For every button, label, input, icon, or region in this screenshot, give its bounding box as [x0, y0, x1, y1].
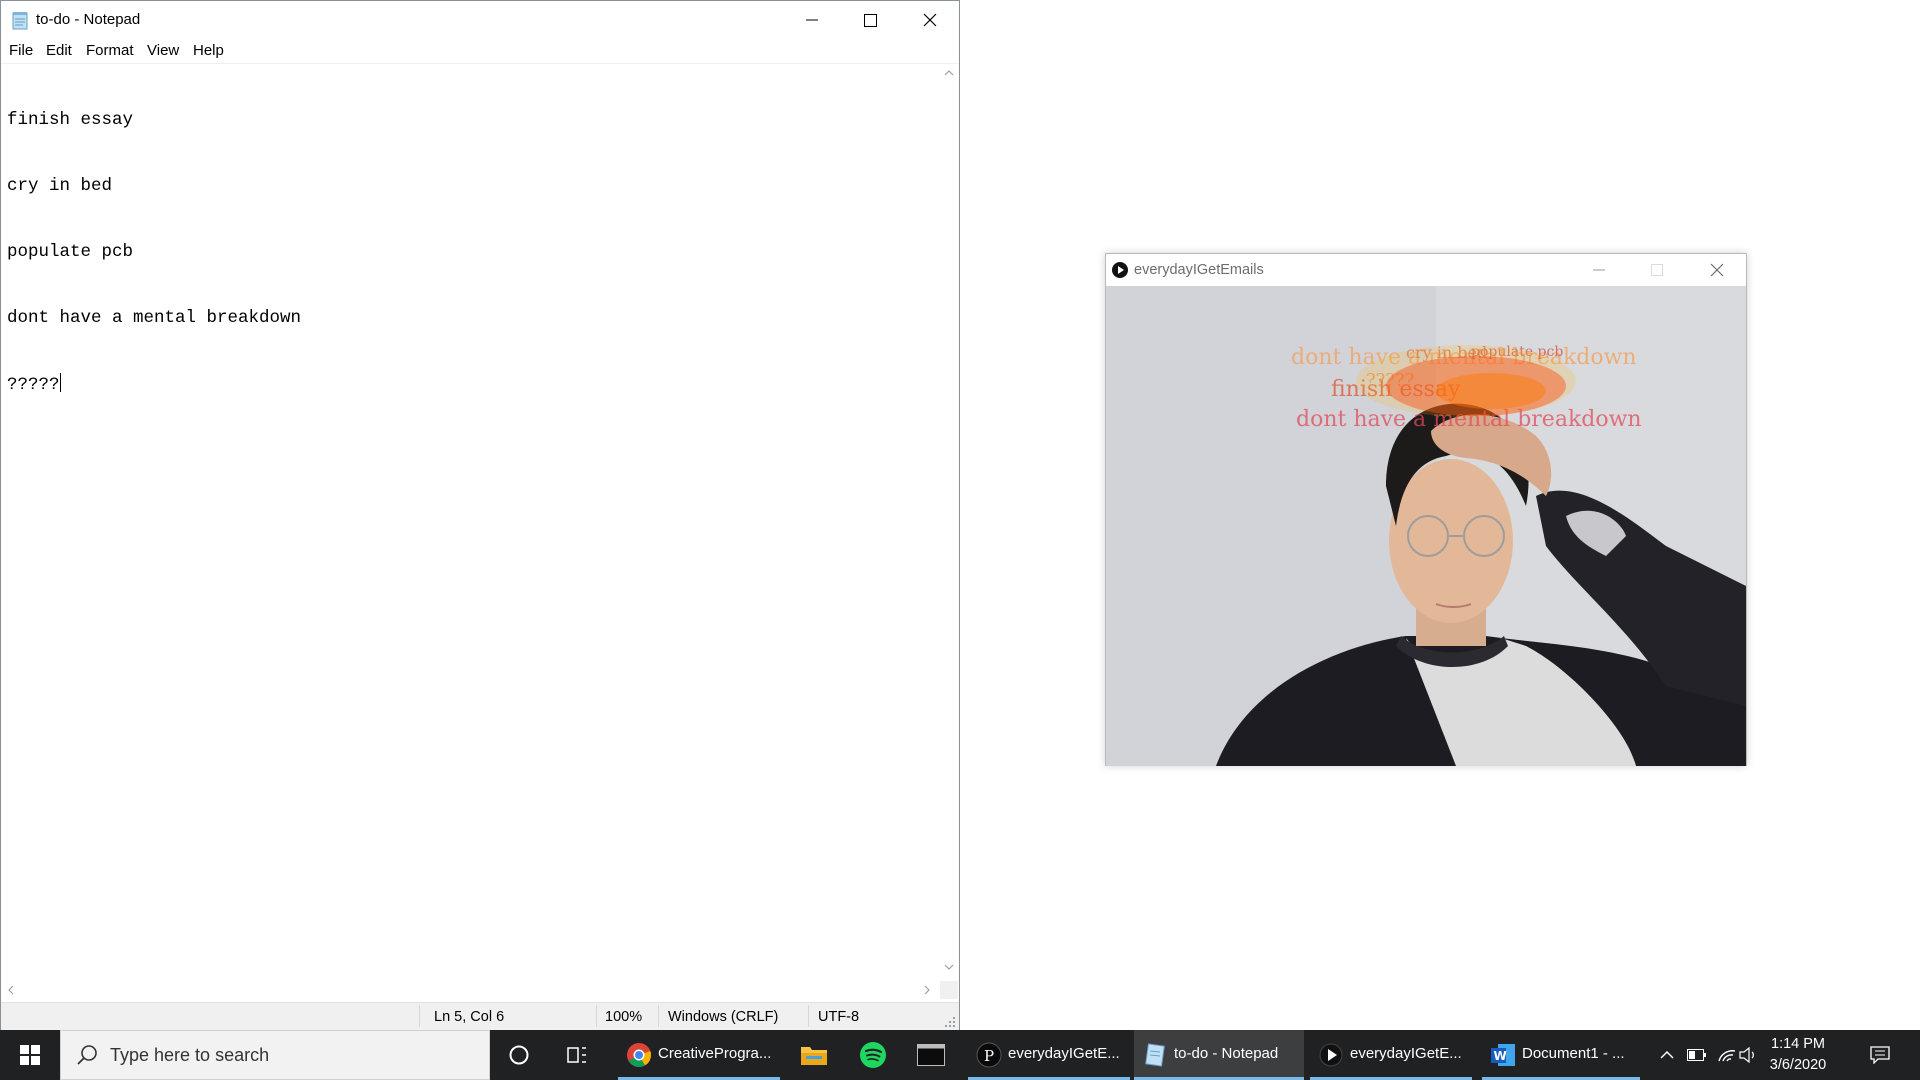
sketch-titlebar[interactable]: everydayIGetEmails — [1106, 254, 1746, 286]
menu-bar: File Edit Format View Help — [1, 39, 959, 63]
maximize-button — [1628, 254, 1686, 286]
taskbar-item-notepad[interactable]: to-do - Notepad — [1134, 1030, 1304, 1080]
taskbar-item-sketch[interactable]: everydayIGetE... — [1310, 1030, 1472, 1080]
sketch-title: everydayIGetEmails — [1134, 262, 1264, 278]
windows-logo-icon — [20, 1045, 40, 1065]
status-separator — [596, 1005, 597, 1027]
maximize-icon — [1651, 264, 1663, 276]
menu-help[interactable]: Help — [193, 42, 224, 59]
menu-divider — [1, 63, 959, 64]
notepad-window[interactable]: to-do - Notepad File Edit Format View He… — [0, 0, 960, 1030]
system-clock[interactable]: 1:14 PM 3/6/2020 — [1752, 1034, 1844, 1076]
maximize-button[interactable] — [841, 1, 899, 39]
action-center-button[interactable] — [1858, 1030, 1902, 1080]
task-view-button[interactable] — [548, 1030, 606, 1080]
minimize-button[interactable] — [1570, 254, 1628, 286]
start-button[interactable] — [0, 1030, 60, 1080]
sketch-window[interactable]: everydayIGetEmails dont have a mental br… — [1105, 253, 1747, 766]
status-separator — [419, 1005, 420, 1027]
status-separator — [658, 1005, 659, 1027]
taskbar-item-word[interactable]: W Document1 - ... — [1482, 1030, 1640, 1080]
spotify-button[interactable] — [844, 1030, 902, 1080]
cortana-button[interactable] — [490, 1030, 548, 1080]
taskbar-search-box[interactable]: Type here to search — [60, 1030, 490, 1080]
minimize-icon — [806, 19, 818, 21]
processing-icon — [1112, 262, 1128, 278]
scroll-right-icon[interactable] — [924, 985, 931, 995]
menu-view[interactable]: View — [147, 42, 179, 59]
scrollbar-corner — [940, 981, 958, 999]
spotify-icon — [860, 1042, 886, 1068]
svg-text:W: W — [1494, 1049, 1507, 1063]
line-ending: Windows (CRLF) — [668, 1009, 779, 1025]
text-line: ????? — [7, 375, 60, 395]
clock-time: 1:14 PM — [1771, 1036, 1825, 1052]
menu-edit[interactable]: Edit — [46, 42, 72, 59]
minimize-button[interactable] — [783, 1, 841, 39]
taskbar-item-label: Document1 - ... — [1522, 1045, 1625, 1062]
taskbar-item-label: to-do - Notepad — [1174, 1045, 1279, 1062]
horizontal-scrollbar[interactable] — [1, 981, 940, 999]
terminal-icon — [917, 1044, 945, 1066]
status-separator — [808, 1005, 809, 1027]
maximize-icon — [863, 13, 877, 27]
window-title: to-do - Notepad — [36, 11, 141, 28]
scroll-down-icon[interactable] — [944, 964, 954, 971]
show-hidden-icons-button[interactable] — [1652, 1030, 1682, 1080]
notepad-icon — [1145, 1043, 1165, 1067]
text-caret — [59, 373, 61, 392]
notification-icon — [1870, 1046, 1890, 1064]
notepad-icon — [12, 12, 28, 30]
notepad-titlebar[interactable]: to-do - Notepad — [1, 1, 959, 39]
processing-icon: P — [976, 1042, 1002, 1068]
clock-date: 3/6/2020 — [1769, 1057, 1827, 1073]
taskbar-item-label: CreativeProgra... — [658, 1045, 772, 1062]
file-explorer-icon — [801, 1047, 827, 1065]
battery-button[interactable] — [1682, 1030, 1712, 1080]
cursor-position: Ln 5, Col 6 — [434, 1009, 505, 1025]
minimize-icon — [1593, 269, 1605, 271]
text-line: finish essay — [7, 110, 134, 130]
taskbar-item-label: everydayIGetE... — [1350, 1045, 1462, 1062]
menu-format[interactable]: Format — [86, 42, 134, 59]
scroll-left-icon[interactable] — [7, 985, 14, 995]
resize-grip-icon[interactable] — [945, 1017, 955, 1027]
text-line: dont have a mental breakdown — [7, 308, 302, 328]
sketch-run-icon — [1319, 1043, 1343, 1067]
vertical-scrollbar[interactable] — [940, 64, 958, 981]
close-icon — [1710, 263, 1724, 277]
zoom-level: 100% — [605, 1009, 643, 1025]
webcam-feed: dont have a mental breakdown cry in bed … — [1106, 286, 1746, 766]
word-icon: W — [1491, 1044, 1515, 1066]
text-editor[interactable]: finish essay cry in bed populate pcb don… — [7, 65, 937, 980]
webcam-canvas: dont have a mental breakdown cry in bed … — [1106, 286, 1746, 766]
search-icon — [77, 1045, 97, 1065]
wifi-icon — [1718, 1050, 1736, 1062]
text-line: cry in bed — [7, 176, 113, 196]
taskbar-item-label: everydayIGetE... — [1008, 1045, 1120, 1062]
taskbar: Type here to search CreativeProgra... P … — [0, 1030, 1920, 1080]
search-placeholder: Type here to search — [110, 1045, 270, 1065]
cortana-icon — [509, 1045, 529, 1065]
taskbar-item-chrome[interactable]: CreativeProgra... — [618, 1030, 780, 1080]
svg-text:P: P — [984, 1047, 994, 1065]
close-button[interactable] — [1688, 254, 1746, 286]
taskbar-item-processing-ide[interactable]: P everydayIGetE... — [968, 1030, 1130, 1080]
text-line: populate pcb — [7, 242, 134, 262]
chevron-up-icon — [1660, 1050, 1674, 1059]
text-line-cursor: ????? — [7, 373, 937, 395]
status-bar: Ln 5, Col 6 100% Windows (CRLF) UTF-8 — [1, 1002, 959, 1030]
task-view-icon — [567, 1047, 586, 1063]
close-icon — [923, 13, 937, 27]
terminal-button[interactable] — [902, 1030, 960, 1080]
encoding: UTF-8 — [818, 1009, 860, 1025]
scroll-up-icon[interactable] — [944, 69, 954, 76]
chrome-icon — [627, 1043, 652, 1068]
battery-icon — [1687, 1049, 1706, 1061]
file-explorer-button[interactable] — [785, 1030, 843, 1080]
menu-file[interactable]: File — [9, 42, 33, 59]
close-button[interactable] — [901, 1, 959, 39]
